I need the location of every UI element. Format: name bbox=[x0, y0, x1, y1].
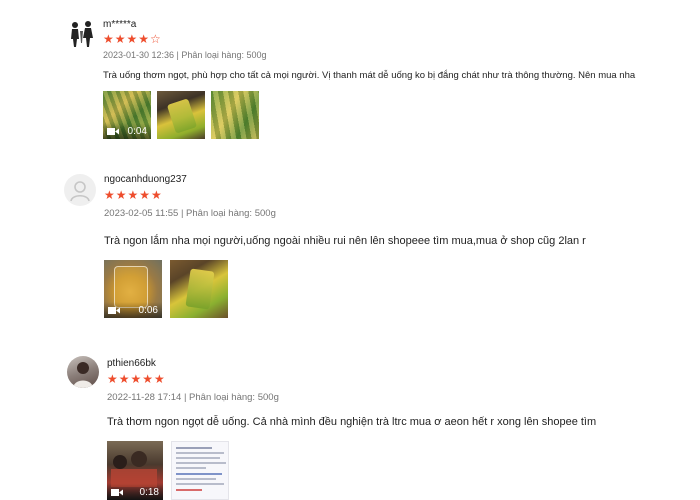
username[interactable]: m*****a bbox=[103, 19, 136, 30]
review-media: 0:06 bbox=[104, 260, 234, 320]
username[interactable]: ngocanhduong237 bbox=[104, 174, 187, 185]
video-duration: 0:04 bbox=[127, 125, 147, 137]
review-content: Trà uống thơm ngọt, phù hợp cho tất cả m… bbox=[103, 70, 636, 81]
avatar[interactable] bbox=[66, 17, 98, 49]
review-content: Trà thơm ngon ngọt dễ uống. Cả nhà mình … bbox=[107, 416, 597, 428]
avatar[interactable] bbox=[64, 174, 96, 206]
video-camera-icon bbox=[107, 127, 119, 135]
username[interactable]: pthien66bk bbox=[107, 358, 156, 369]
review-meta: 2023-01-30 12:36 | Phân loại hàng: 500g bbox=[103, 50, 267, 60]
video-camera-icon bbox=[108, 306, 120, 314]
review-meta: 2022-11-28 17:14 | Phân loại hàng: 500g bbox=[107, 392, 279, 403]
default-user-icon bbox=[70, 181, 90, 202]
video-thumbnail[interactable]: 0:04 bbox=[103, 91, 151, 139]
rating-stars: ★★★★☆ bbox=[103, 32, 162, 46]
video-camera-icon bbox=[111, 488, 123, 496]
video-thumbnail[interactable]: 0:18 bbox=[107, 441, 163, 500]
video-bar: 0:04 bbox=[103, 123, 151, 139]
avatar[interactable] bbox=[67, 356, 99, 388]
review-media: 0:04 bbox=[103, 91, 263, 141]
photo-thumbnail[interactable] bbox=[171, 441, 229, 500]
video-thumbnail[interactable]: 0:06 bbox=[104, 260, 162, 318]
photo-thumbnail[interactable] bbox=[157, 91, 205, 139]
rating-stars: ★★★★★ bbox=[107, 372, 166, 386]
video-bar: 0:06 bbox=[104, 302, 162, 318]
review-meta: 2023-02-05 11:55 | Phân loại hàng: 500g bbox=[104, 208, 276, 219]
video-bar: 0:18 bbox=[107, 484, 163, 500]
photo-thumbnail[interactable] bbox=[211, 91, 259, 139]
review-media: 0:18 bbox=[107, 441, 237, 500]
review-content: Trà ngon lắm nha mọi người,uống ngoài nh… bbox=[104, 235, 586, 247]
rating-stars: ★★★★★ bbox=[104, 188, 163, 202]
video-duration: 0:06 bbox=[138, 304, 158, 316]
video-duration: 0:18 bbox=[139, 486, 159, 498]
photo-thumbnail[interactable] bbox=[170, 260, 228, 318]
